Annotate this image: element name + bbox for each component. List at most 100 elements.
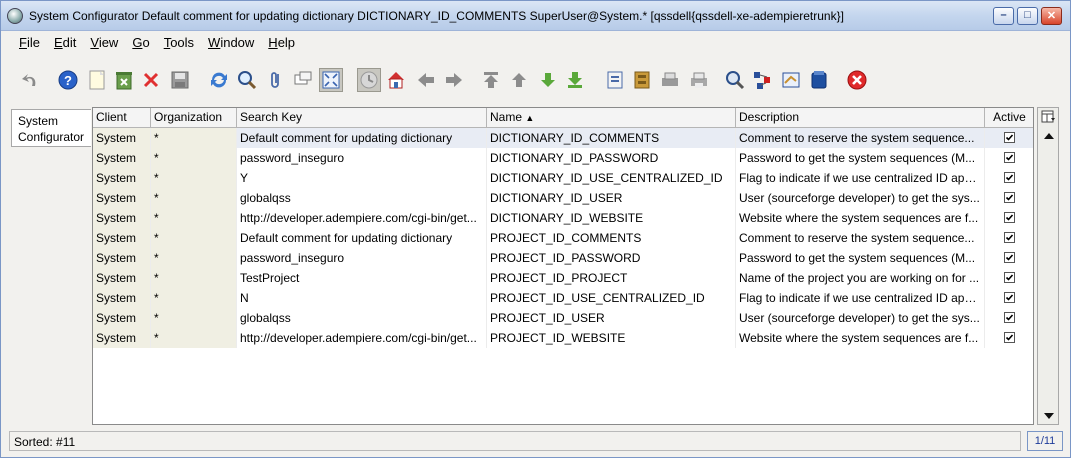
- column-header-description[interactable]: Description: [736, 108, 985, 128]
- requests-button[interactable]: [779, 68, 803, 92]
- column-header-client[interactable]: Client: [93, 108, 151, 128]
- cell-client[interactable]: System: [93, 168, 151, 188]
- active-checkbox[interactable]: [1004, 172, 1015, 183]
- cell-desc[interactable]: Name of the project you are working on f…: [736, 268, 985, 288]
- cell-client[interactable]: System: [93, 188, 151, 208]
- menu-item-window[interactable]: Window: [202, 32, 260, 54]
- cell-active[interactable]: [985, 308, 1033, 328]
- cell-key[interactable]: password_inseguro: [237, 248, 487, 268]
- active-checkbox[interactable]: [1004, 292, 1015, 303]
- cell-name[interactable]: DICTIONARY_ID_COMMENTS: [487, 128, 736, 148]
- cell-key[interactable]: Default comment for updating dictionary: [237, 228, 487, 248]
- menu-item-file[interactable]: File: [13, 32, 46, 54]
- cell-org[interactable]: *: [151, 228, 237, 248]
- table-row[interactable]: System * Default comment for updating dict…: [93, 228, 1033, 248]
- new-record-button[interactable]: [85, 68, 109, 92]
- table-row[interactable]: System * globalqss DICTIONARY_ID_USER User (…: [93, 188, 1033, 208]
- scroll-down-arrow-icon[interactable]: [1043, 412, 1055, 420]
- column-header-active[interactable]: Active: [985, 108, 1033, 128]
- cell-name[interactable]: DICTIONARY_ID_USER: [487, 188, 736, 208]
- cell-name[interactable]: DICTIONARY_ID_WEBSITE: [487, 208, 736, 228]
- record-grid[interactable]: Client Organization Search Key Name ▲ Descri…: [92, 107, 1034, 425]
- scroll-up-arrow-icon[interactable]: [1043, 132, 1055, 140]
- next-record-button[interactable]: [442, 68, 466, 92]
- archive-button[interactable]: [630, 68, 654, 92]
- cell-org[interactable]: *: [151, 188, 237, 208]
- record-pager[interactable]: 1/11: [1027, 431, 1063, 451]
- zoom-across-button[interactable]: [723, 68, 747, 92]
- last-record-button[interactable]: [563, 68, 587, 92]
- table-row[interactable]: System * globalqss PROJECT_ID_USER User (sou…: [93, 308, 1033, 328]
- find-button[interactable]: [235, 68, 259, 92]
- cell-desc[interactable]: Password to get the system sequences (M.…: [736, 248, 985, 268]
- cell-desc[interactable]: Flag to indicate if we use centralized I…: [736, 288, 985, 308]
- print-preview-button[interactable]: [687, 68, 711, 92]
- delete-button[interactable]: [139, 68, 163, 92]
- cell-desc[interactable]: Website where the system sequences are f…: [736, 208, 985, 228]
- table-row[interactable]: System * Y DICTIONARY_ID_USE_CENTRALIZED_ID…: [93, 168, 1033, 188]
- cell-active[interactable]: [985, 208, 1033, 228]
- cell-active[interactable]: [985, 128, 1033, 148]
- exit-button[interactable]: [845, 68, 869, 92]
- menu-item-edit[interactable]: Edit: [48, 32, 82, 54]
- active-workflows-button[interactable]: [750, 68, 774, 92]
- active-checkbox[interactable]: [1004, 132, 1015, 143]
- cell-name[interactable]: PROJECT_ID_PASSWORD: [487, 248, 736, 268]
- table-row[interactable]: System * http://developer.adempiere.com/cg…: [93, 208, 1033, 228]
- undo-button[interactable]: [18, 68, 42, 92]
- product-info-button[interactable]: [807, 68, 831, 92]
- cell-key[interactable]: globalqss: [237, 308, 487, 328]
- maximize-button[interactable]: □: [1017, 7, 1038, 25]
- cell-org[interactable]: *: [151, 308, 237, 328]
- cell-name[interactable]: DICTIONARY_ID_USE_CENTRALIZED_ID: [487, 168, 736, 188]
- table-row[interactable]: System * password_inseguro PROJECT_ID_PASSW…: [93, 248, 1033, 268]
- cell-client[interactable]: System: [93, 148, 151, 168]
- cell-org[interactable]: *: [151, 208, 237, 228]
- cell-key[interactable]: globalqss: [237, 188, 487, 208]
- active-checkbox[interactable]: [1004, 312, 1015, 323]
- cell-desc[interactable]: Comment to reserve the system sequence..…: [736, 228, 985, 248]
- cell-org[interactable]: *: [151, 128, 237, 148]
- cell-org[interactable]: *: [151, 328, 237, 348]
- active-checkbox[interactable]: [1004, 252, 1015, 263]
- menu-item-help[interactable]: Help: [262, 32, 301, 54]
- previous-record-button[interactable]: [414, 68, 438, 92]
- table-row[interactable]: System * TestProject PROJECT_ID_PROJECT Name…: [93, 268, 1033, 288]
- active-checkbox[interactable]: [1004, 192, 1015, 203]
- column-header-name[interactable]: Name ▲: [487, 108, 736, 128]
- menu-item-view[interactable]: View: [84, 32, 124, 54]
- cell-name[interactable]: PROJECT_ID_USER: [487, 308, 736, 328]
- cell-client[interactable]: System: [93, 128, 151, 148]
- cell-active[interactable]: [985, 168, 1033, 188]
- cell-org[interactable]: *: [151, 148, 237, 168]
- cell-key[interactable]: Default comment for updating dictionary: [237, 128, 487, 148]
- cell-client[interactable]: System: [93, 228, 151, 248]
- cell-client[interactable]: System: [93, 328, 151, 348]
- cell-client[interactable]: System: [93, 208, 151, 228]
- cell-desc[interactable]: User (sourceforge developer) to get the …: [736, 308, 985, 328]
- cell-key[interactable]: http://developer.adempiere.com/cgi-bin/g…: [237, 208, 487, 228]
- home-button[interactable]: [384, 68, 408, 92]
- table-row[interactable]: System * http://developer.adempiere.com/cg…: [93, 328, 1033, 348]
- cell-name[interactable]: DICTIONARY_ID_PASSWORD: [487, 148, 736, 168]
- refresh-button[interactable]: [207, 68, 231, 92]
- cell-active[interactable]: [985, 248, 1033, 268]
- cell-desc[interactable]: User (sourceforge developer) to get the …: [736, 188, 985, 208]
- cell-key[interactable]: TestProject: [237, 268, 487, 288]
- cell-active[interactable]: [985, 228, 1033, 248]
- vertical-scrollbar[interactable]: [1037, 107, 1059, 425]
- history-button[interactable]: [357, 68, 381, 92]
- active-checkbox[interactable]: [1004, 152, 1015, 163]
- column-header-search-key[interactable]: Search Key: [237, 108, 487, 128]
- menu-item-go[interactable]: Go: [126, 32, 155, 54]
- cell-org[interactable]: *: [151, 248, 237, 268]
- grid-toggle-button[interactable]: [319, 68, 343, 92]
- cell-org[interactable]: *: [151, 168, 237, 188]
- table-row[interactable]: System * N PROJECT_ID_USE_CENTRALIZED_ID Fla…: [93, 288, 1033, 308]
- cell-client[interactable]: System: [93, 248, 151, 268]
- first-record-button[interactable]: [479, 68, 503, 92]
- parent-record-button[interactable]: [507, 68, 531, 92]
- cell-name[interactable]: PROJECT_ID_PROJECT: [487, 268, 736, 288]
- cell-client[interactable]: System: [93, 268, 151, 288]
- menu-item-tools[interactable]: Tools: [158, 32, 200, 54]
